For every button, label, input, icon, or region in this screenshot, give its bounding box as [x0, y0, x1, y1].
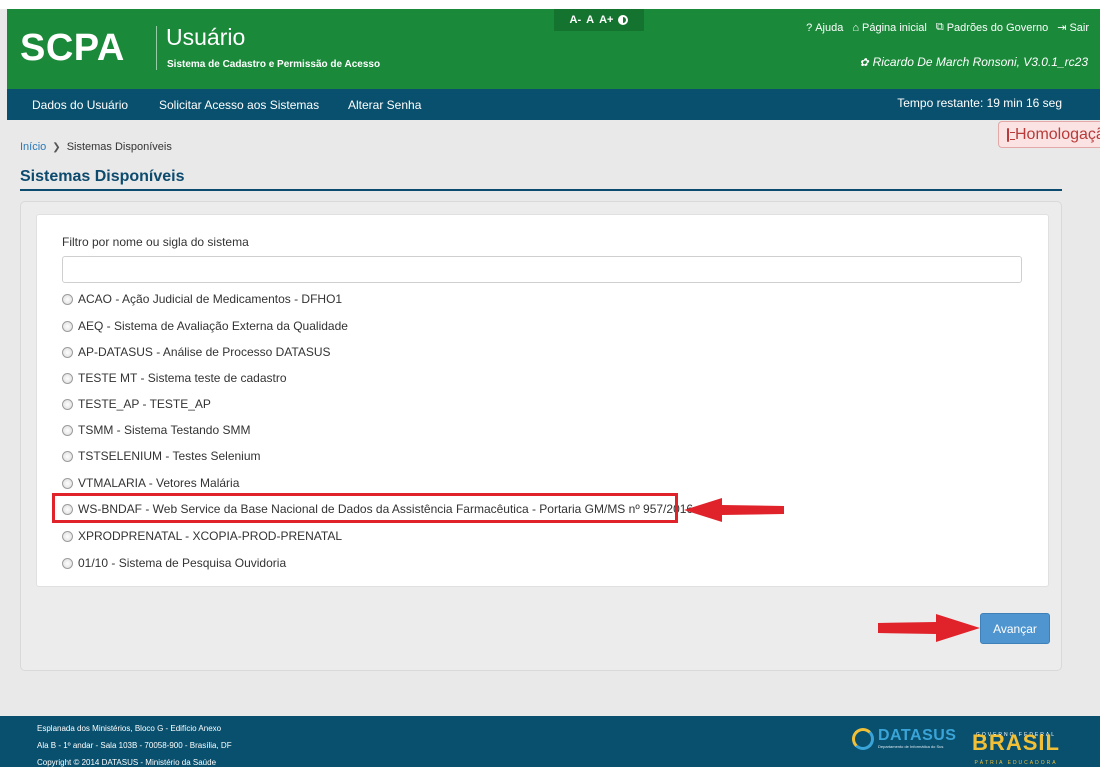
standards-link-label: Padrões do Governo: [946, 21, 1049, 34]
annotation-arrow-left-icon: [684, 498, 784, 522]
home-link-label: Página inicial: [862, 21, 927, 34]
home-icon: ⌂: [852, 21, 860, 34]
system-option-label: AEQ - Sistema de Avaliação Externa da Qu…: [78, 319, 348, 333]
system-option-tsmm[interactable]: TSMM - Sistema Testando SMM: [62, 423, 251, 437]
system-option-label: XPRODPRENATAL - XCOPIA-PROD-PRENATAL: [78, 529, 343, 543]
font-increase-button[interactable]: A+: [599, 14, 613, 26]
system-radio[interactable]: [62, 530, 73, 542]
site-footer: Esplanada dos Ministérios, Bloco G - Edi…: [0, 716, 1100, 767]
system-option-ap-datasus[interactable]: AP-DATASUS - Análise de Processo DATASUS: [62, 345, 331, 359]
datasus-name: DATASUS: [878, 727, 957, 744]
system-option-label: VTMALARIA - Vetores Malária: [78, 476, 240, 490]
system-option-label: ACAO - Ação Judicial de Medicamentos - D…: [78, 292, 343, 306]
datasus-logo[interactable]: DATASUS Departamento de Informática do S…: [852, 727, 956, 750]
system-option-vtmalaria[interactable]: VTMALARIA - Vetores Malária: [62, 476, 239, 490]
datasus-sub: Departamento de Informática do Sus: [878, 744, 944, 749]
user-info[interactable]: ✿ Ricardo De March Ronsoni, V3.0.1_rc23: [859, 55, 1088, 69]
brand-logo[interactable]: SCPA: [20, 27, 125, 70]
brand-divider: [156, 26, 157, 70]
help-link[interactable]: ? Ajuda: [806, 21, 843, 34]
next-button[interactable]: Avançar: [980, 613, 1050, 644]
app-subtitle: Sistema de Cadastro e Permissão de Acess…: [167, 59, 381, 70]
system-radio[interactable]: [62, 346, 73, 358]
system-radio[interactable]: [62, 398, 73, 410]
system-radio[interactable]: [62, 293, 73, 305]
breadcrumb: Início ❯ Sistemas Disponíveis: [20, 141, 172, 153]
standards-link[interactable]: ⧉ Padrões do Governo: [936, 21, 1048, 34]
page-title: Sistemas Disponíveis: [20, 168, 185, 185]
top-strip: [0, 0, 1100, 9]
chevron-right-icon: ❯: [52, 141, 61, 153]
documents-icon: ⧉: [935, 21, 944, 33]
font-size-controls: A- A A+: [554, 9, 644, 31]
environment-badge: Homologação: [998, 121, 1100, 148]
footer-line: Esplanada dos Ministérios, Bloco G - Edi…: [37, 724, 222, 733]
brasil-gov-logo[interactable]: GOVERNO FEDERAL BRASIL PÁTRIA EDUCADORA: [966, 725, 1066, 767]
system-option-ouvidoria[interactable]: 01/10 - Sistema de Pesquisa Ouvidoria: [62, 556, 286, 570]
app-title: Usuário: [166, 24, 246, 50]
document-icon: [1007, 127, 1015, 142]
font-decrease-button[interactable]: A-: [570, 14, 582, 26]
title-divider: [20, 189, 1062, 191]
system-option-label: TESTE_AP - TESTE_AP: [78, 397, 211, 411]
datasus-wordmark: DATASUS Departamento de Informática do S…: [878, 727, 956, 750]
help-link-label: Ajuda: [815, 21, 844, 34]
user-info-label: Ricardo De March Ronsoni, V3.0.1_rc23: [872, 55, 1088, 69]
nav-item-user-data[interactable]: Dados do Usuário: [32, 98, 128, 112]
question-icon: ?: [806, 21, 813, 34]
system-option-label: TESTE MT - Sistema teste de cadastro: [78, 371, 287, 385]
system-option-xprodprenatal[interactable]: XPRODPRENATAL - XCOPIA-PROD-PRENATAL: [62, 529, 342, 543]
system-radio[interactable]: [62, 424, 73, 436]
nav-item-request-access[interactable]: Solicitar Acesso aos Sistemas: [159, 98, 319, 112]
breadcrumb-home-link[interactable]: Início: [20, 141, 46, 153]
system-radio[interactable]: [62, 477, 73, 489]
system-option-aeq[interactable]: AEQ - Sistema de Avaliação Externa da Qu…: [62, 319, 348, 333]
gear-icon: ✿: [859, 56, 869, 69]
top-links: ? Ajuda ⌂ Página inicial ⧉ Padrões do Go…: [806, 21, 1089, 34]
main-nav: Dados do Usuário Solicitar Acesso aos Si…: [7, 89, 1100, 120]
logout-link-label: Sair: [1069, 21, 1089, 34]
gov-name: BRASIL: [972, 730, 1060, 755]
system-radio[interactable]: [62, 557, 73, 569]
footer-line: Ala B - 1º andar - Sala 103B - 70058-900…: [37, 741, 232, 750]
system-option-acao[interactable]: ACAO - Ação Judicial de Medicamentos - D…: [62, 292, 342, 306]
session-timer: Tempo restante: 19 min 16 seg: [897, 96, 1062, 110]
system-radio[interactable]: [62, 320, 73, 332]
footer-address: Esplanada dos Ministérios, Bloco G - Edi…: [37, 720, 232, 767]
system-option-teste-mt[interactable]: TESTE MT - Sistema teste de cadastro: [62, 371, 287, 385]
contrast-icon[interactable]: [618, 15, 629, 25]
annotation-arrow-right-icon: [878, 614, 980, 642]
footer-line: Copyright © 2014 DATASUS - Ministério da…: [37, 758, 217, 767]
filter-label: Filtro por nome ou sigla do sistema: [62, 235, 249, 249]
home-link[interactable]: ⌂ Página inicial: [852, 21, 926, 34]
breadcrumb-current: Sistemas Disponíveis: [66, 141, 172, 153]
system-radio[interactable]: [62, 372, 73, 384]
logout-icon: ⇥: [1057, 22, 1067, 34]
font-normal-button[interactable]: A: [586, 14, 594, 26]
gov-bottom-label: PÁTRIA EDUCADORA: [974, 760, 1058, 766]
site-header: SCPA Usuário Sistema de Cadastro e Permi…: [7, 9, 1100, 89]
logout-link[interactable]: ⇥ Sair: [1057, 21, 1089, 35]
system-option-label: TSTSELENIUM - Testes Selenium: [78, 449, 261, 463]
nav-item-change-password[interactable]: Alterar Senha: [348, 98, 421, 112]
system-option-tstselenium[interactable]: TSTSELENIUM - Testes Selenium: [62, 449, 261, 463]
system-option-label: 01/10 - Sistema de Pesquisa Ouvidoria: [78, 556, 287, 570]
system-radio[interactable]: [62, 450, 73, 462]
system-option-label: TSMM - Sistema Testando SMM: [78, 423, 251, 437]
datasus-swirl-icon: [852, 727, 874, 750]
system-option-teste-ap[interactable]: TESTE_AP - TESTE_AP: [62, 397, 211, 411]
filter-input[interactable]: [62, 256, 1022, 283]
system-option-label: AP-DATASUS - Análise de Processo DATASUS: [78, 345, 331, 359]
environment-badge-label: Homologação: [1015, 125, 1100, 143]
annotation-highlight-box: [52, 493, 678, 523]
